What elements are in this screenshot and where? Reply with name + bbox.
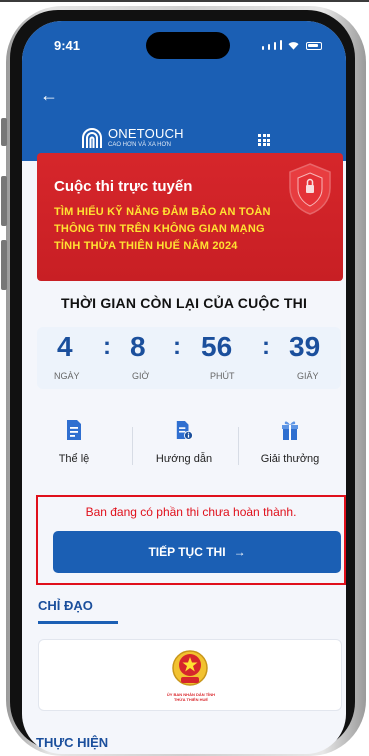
document-info-icon (176, 421, 193, 440)
org-name: ỦY BAN NHÂN DÂN TỈNH THỪA THIÊN HUẾ (39, 692, 343, 702)
countdown-separator: : (262, 333, 270, 360)
phone-side-button (1, 176, 7, 226)
countdown-separator: : (103, 333, 111, 360)
continue-exam-label: TIẾP TỤC THI (148, 545, 226, 559)
national-emblem-icon (172, 650, 208, 686)
countdown-seconds: 39 (289, 331, 321, 362)
guide-button[interactable]: Hướng dẫn (132, 419, 236, 479)
dynamic-island (146, 32, 230, 59)
rules-label: Thể lệ (58, 453, 90, 465)
rules-button[interactable]: Thể lệ (22, 419, 126, 479)
countdown-minutes: 56 (201, 331, 233, 362)
countdown-days-label: NGÀY (54, 371, 80, 381)
logo-subtitle: CAO HƠN VÀ XA HƠN (108, 142, 171, 148)
countdown-separator: : (173, 333, 181, 360)
signal-icon (268, 44, 270, 50)
countdown-days: 4 (57, 331, 73, 362)
status-bar: 9:41 (22, 21, 346, 69)
guide-label: Hướng dẫn (155, 453, 213, 465)
top-rule (0, 0, 369, 2)
signal-icon (280, 40, 282, 50)
grid-menu-icon[interactable] (258, 134, 270, 146)
gift-icon (282, 421, 298, 440)
contest-banner[interactable]: Cuộc thi trực tuyến TÌM HIỂU KỸ NĂNG ĐẢM… (37, 153, 343, 281)
countdown-hours: 8 (130, 331, 146, 362)
battery-icon (306, 42, 322, 50)
org-card[interactable]: ỦY BAN NHÂN DÂN TỈNH THỪA THIÊN HUẾ (38, 639, 342, 711)
arrow-right-icon: → (233, 545, 246, 559)
org-name-line: THỪA THIÊN HUẾ (173, 697, 209, 702)
phone-side-button (1, 118, 7, 146)
signal-icon (274, 42, 276, 50)
countdown-timer: 4 NGÀY : 8 GIỜ : 56 PHÚT : 39 GIÂY (37, 327, 341, 389)
section-underline (38, 621, 118, 624)
onetouch-logo-mark-icon (82, 128, 102, 148)
banner-kicker: Cuộc thi trực tuyến (54, 178, 193, 195)
prizes-label: Giải thưởng (260, 453, 320, 465)
action-row: Thể lệ Hướng dẫn Giải thưởng (22, 419, 346, 479)
onetouch-logo: ONETOUCH CAO HƠN VÀ XA HƠN (80, 126, 184, 150)
prizes-button[interactable]: Giải thưởng (238, 419, 342, 479)
document-icon (67, 420, 81, 440)
status-icons (262, 40, 322, 50)
countdown-hours-label: GIỜ (132, 371, 150, 381)
banner-title-line: TỈNH THỪA THIÊN HUẾ NĂM 2024 (54, 240, 238, 252)
countdown-seconds-label: GIÂY (297, 371, 319, 381)
arrow-left-icon[interactable]: ← (40, 86, 58, 104)
incomplete-notice-text: Ban đang có phần thi chưa hoàn thành. (85, 505, 297, 519)
countdown-heading: THỜI GIAN CÒN LẠI CỦA CUỘC THI (60, 295, 308, 311)
banner-title-line: THÔNG TIN TRÊN KHÔNG GIAN MẠNG (54, 223, 265, 235)
section-heading-execution: THỰC HIỆN (36, 735, 109, 750)
phone-screen: 9:41 ← ONETOUCH CAO HƠN VÀ XA HƠN Cuộc t… (22, 21, 346, 754)
wifi-icon (288, 42, 299, 50)
phone-side-button (1, 240, 7, 290)
signal-icon (262, 46, 264, 50)
continue-exam-button[interactable]: TIẾP TỤC THI → (53, 531, 341, 573)
banner-title: TÌM HIỂU KỸ NĂNG ĐẢM BẢO AN TOÀN THÔNG T… (54, 204, 343, 255)
app-bar: ← (22, 69, 346, 121)
incomplete-notice: Ban đang có phần thi chưa hoàn thành. TI… (36, 495, 346, 585)
status-time: 9:41 (54, 38, 81, 53)
section-heading-direction: CHỈ ĐẠO (38, 598, 93, 613)
logo-title: ONETOUCH (108, 126, 184, 141)
banner-title-line: TÌM HIỂU KỸ NĂNG ĐẢM BẢO AN TOÀN (54, 206, 271, 218)
countdown-minutes-label: PHÚT (210, 371, 235, 381)
